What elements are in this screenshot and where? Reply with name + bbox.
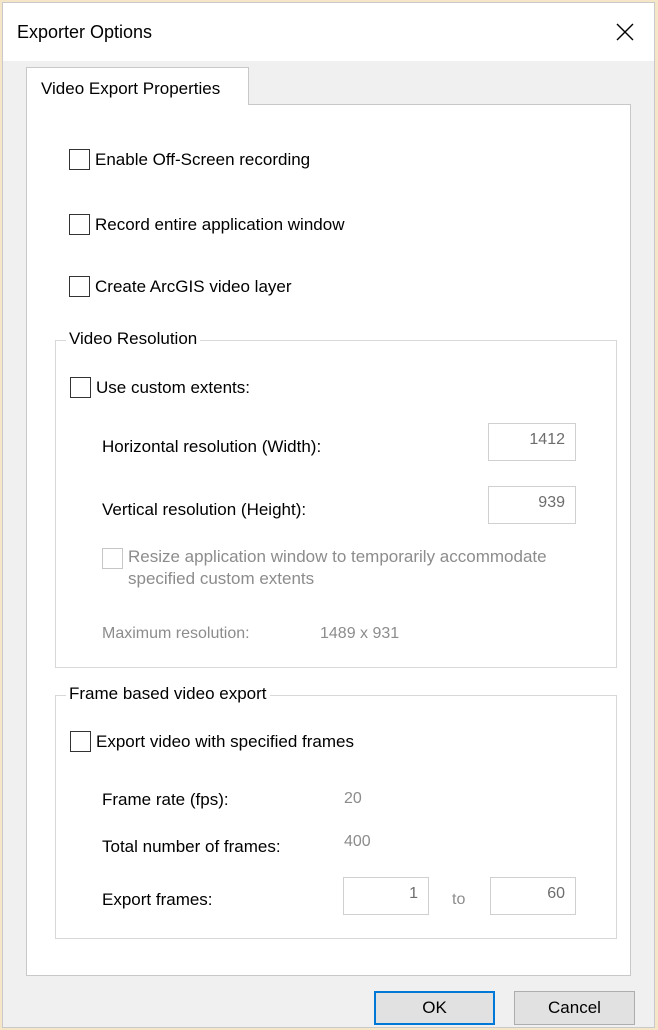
frame-rate-label: Frame rate (fps):	[102, 790, 229, 809]
checkbox-box	[102, 548, 123, 569]
total-frames-label: Total number of frames:	[102, 837, 281, 856]
checkbox-box	[70, 377, 91, 398]
checkbox-box	[69, 276, 90, 297]
frames-to-label: to	[452, 891, 466, 908]
maximum-resolution-value: 1489 x 931	[320, 625, 400, 642]
enable-off-screen-recording-checkbox[interactable]: Enable Off-Screen recording	[69, 149, 310, 170]
cancel-button[interactable]: Cancel	[514, 991, 635, 1025]
title-bar: Exporter Options	[3, 3, 654, 61]
width-input[interactable]: 1412	[488, 423, 576, 461]
frame-export-title: Frame based video export	[66, 684, 270, 704]
checkbox-box	[69, 149, 90, 170]
height-input[interactable]: 939	[488, 486, 576, 524]
close-button[interactable]	[596, 3, 654, 61]
exporter-options-dialog: Exporter Options Video Export Properties…	[2, 2, 655, 1028]
tab-panel: Enable Off-Screen recording Record entir…	[26, 104, 631, 976]
checkbox-label: Resize application window to temporarily…	[128, 546, 547, 590]
checkbox-label-line1: Resize application window to temporarily…	[128, 547, 547, 566]
checkbox-label-line2: specified custom extents	[128, 569, 315, 588]
height-label: Vertical resolution (Height):	[102, 500, 307, 519]
frames-to-input[interactable]: 60	[490, 877, 576, 915]
create-video-layer-checkbox[interactable]: Create ArcGIS video layer	[69, 276, 292, 297]
video-resolution-title: Video Resolution	[66, 329, 201, 349]
window-title: Exporter Options	[17, 22, 153, 42]
tab-video-export-properties[interactable]: Video Export Properties	[26, 67, 249, 105]
maximum-resolution-label: Maximum resolution:	[102, 625, 250, 642]
close-icon	[616, 23, 634, 41]
total-frames-value: 400	[344, 833, 371, 850]
record-entire-window-checkbox[interactable]: Record entire application window	[69, 214, 344, 235]
video-resolution-group: Video Resolution Use custom extents: Hor…	[55, 329, 617, 668]
frame-rate-value: 20	[344, 790, 362, 807]
checkbox-label: Enable Off-Screen recording	[95, 149, 311, 169]
export-frames-label: Export frames:	[102, 890, 213, 909]
use-custom-extents-checkbox[interactable]: Use custom extents:	[70, 377, 250, 398]
width-label: Horizontal resolution (Width):	[102, 437, 322, 456]
ok-button[interactable]: OK	[374, 991, 495, 1025]
checkbox-label: Record entire application window	[95, 214, 345, 234]
checkbox-label: Export video with specified frames	[96, 731, 354, 751]
resize-application-window-checkbox[interactable]: Resize application window to temporarily…	[102, 546, 547, 590]
frame-export-group: Frame based video export Export video wi…	[55, 684, 617, 939]
export-specified-frames-checkbox[interactable]: Export video with specified frames	[70, 731, 354, 752]
checkbox-label: Use custom extents:	[96, 377, 251, 397]
checkbox-box	[70, 731, 91, 752]
frames-from-input[interactable]: 1	[343, 877, 429, 915]
checkbox-box	[69, 214, 90, 235]
checkbox-label: Create ArcGIS video layer	[95, 276, 292, 296]
